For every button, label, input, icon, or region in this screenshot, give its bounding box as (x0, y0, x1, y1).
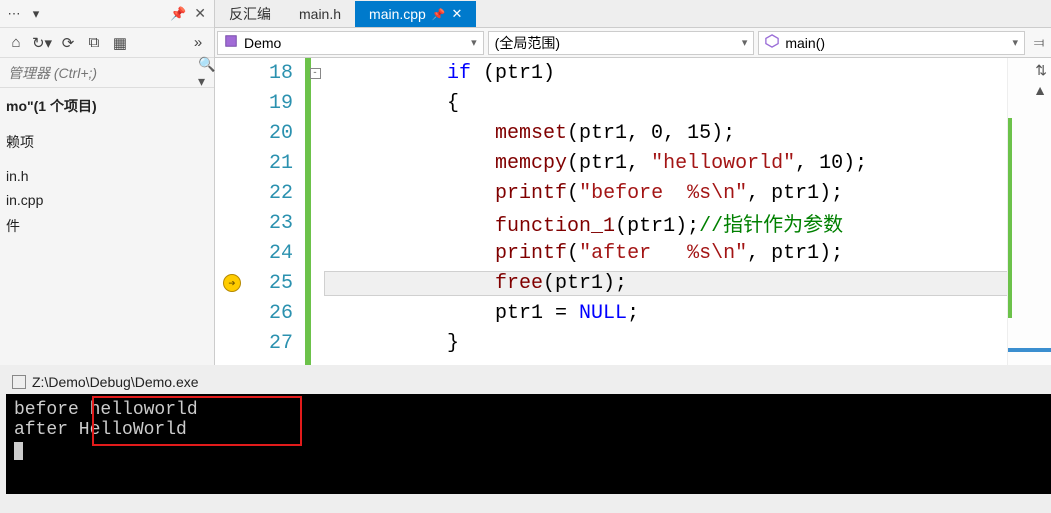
code-text[interactable]: { (325, 92, 1007, 115)
code-text[interactable]: memset(ptr1, 0, 15); (325, 122, 1007, 145)
breakpoint-margin[interactable]: ➔ (215, 274, 249, 292)
line-number: 22 (249, 182, 305, 205)
line-number: 26 (249, 302, 305, 325)
code-text[interactable]: } (325, 332, 1007, 355)
line-number: 25 (249, 272, 305, 295)
app-icon (12, 375, 26, 389)
editor-area: 反汇编 main.h main.cpp 📌 ✕ Demo ▾ (全局范围) ▾ (215, 0, 1051, 365)
scroll-minimap[interactable]: ⇅ ▲ (1007, 58, 1051, 365)
console-titlebar[interactable]: Z:\Demo\Debug\Demo.exe (6, 370, 1051, 394)
tree-item[interactable]: in.cpp (0, 188, 214, 212)
refresh-icon[interactable]: ⟳ (56, 32, 80, 54)
code-text[interactable]: ptr1 = NULL; (325, 302, 1007, 325)
tree-item[interactable] (0, 120, 214, 128)
code-line[interactable]: 22 printf("before %s\n", ptr1); (215, 178, 1007, 208)
console-window: Z:\Demo\Debug\Demo.exe before helloworld… (6, 370, 1051, 494)
chevron-down-icon: ▾ (1012, 36, 1018, 49)
code-line[interactable]: 19 { (215, 88, 1007, 118)
code-line[interactable]: ➔ 25 free(ptr1); (215, 268, 1007, 298)
nav-project-label: Demo (244, 35, 281, 51)
nav-scope-label: (全局范围) (495, 33, 560, 53)
tab-main-cpp[interactable]: main.cpp 📌 ✕ (355, 1, 476, 27)
search-input[interactable] (4, 63, 194, 83)
nav-function[interactable]: main() ▾ (758, 31, 1025, 55)
code-line[interactable]: 23 function_1(ptr1);//指针作为参数 (215, 208, 1007, 238)
copy-icon[interactable]: ⧉ (82, 32, 106, 54)
pin-icon[interactable]: 📌 (432, 8, 446, 21)
panel-titlebar: ⋯ ▾ 📌 ✕ (0, 0, 214, 28)
code-line[interactable]: 18- if (ptr1) (215, 58, 1007, 88)
tab-disassembly[interactable]: 反汇编 (215, 1, 285, 27)
properties-icon[interactable]: ▦ (108, 32, 132, 54)
navigation-bar: Demo ▾ (全局范围) ▾ main() ▾ ⫤ (215, 28, 1051, 58)
console-output[interactable]: before helloworld after HelloWorld (6, 394, 1051, 494)
execution-pointer-icon: ➔ (223, 274, 241, 292)
close-icon[interactable]: ✕ (452, 6, 463, 22)
line-number: 24 (249, 242, 305, 265)
code-line[interactable]: 26 ptr1 = NULL; (215, 298, 1007, 328)
tab-main-h[interactable]: main.h (285, 1, 355, 27)
console-title-text: Z:\Demo\Debug\Demo.exe (32, 374, 199, 390)
document-tabs: 反汇编 main.h main.cpp 📌 ✕ (215, 0, 1051, 28)
tab-label: main.cpp (369, 6, 426, 22)
split-editor-icon[interactable]: ⫤ (1027, 34, 1051, 51)
code-text[interactable]: function_1(ptr1);//指针作为参数 (325, 208, 1007, 238)
chevron-down-icon: ▾ (471, 36, 477, 49)
nav-project[interactable]: Demo ▾ (217, 31, 484, 55)
home-icon[interactable]: ⌂ (4, 32, 28, 54)
code-text[interactable]: free(ptr1); (325, 272, 1007, 295)
solution-node[interactable]: mo"(1 个项目) (0, 92, 214, 120)
code-line[interactable]: 21 memcpy(ptr1, "helloworld", 10); (215, 148, 1007, 178)
code-text[interactable]: if (ptr1) (325, 62, 1007, 85)
project-icon (224, 34, 238, 51)
explorer-toolbar: ⌂ ↻▾ ⟳ ⧉ ▦ » (0, 28, 214, 58)
close-icon[interactable]: ✕ (190, 5, 210, 22)
tab-label: 反汇编 (229, 4, 271, 24)
more-icon[interactable]: » (186, 32, 210, 54)
dropdown-icon[interactable]: ▾ (26, 4, 46, 24)
code-text[interactable]: printf("before %s\n", ptr1); (325, 182, 1007, 205)
tree-item[interactable]: in.h (0, 164, 214, 188)
search-row: 🔍▾ (0, 58, 214, 88)
collapse-up-icon[interactable]: ▲ (1033, 82, 1047, 98)
solution-tree[interactable]: mo"(1 个项目) 赖项 in.h in.cpp 件 (0, 88, 214, 365)
chevron-down-icon: ▾ (742, 36, 748, 49)
code-line[interactable]: 27 } (215, 328, 1007, 358)
solution-explorer-panel: ⋯ ▾ 📌 ✕ ⌂ ↻▾ ⟳ ⧉ ▦ » 🔍▾ mo"(1 个项目) 赖项 in… (0, 0, 215, 365)
line-number: 21 (249, 152, 305, 175)
code-editor[interactable]: 18- if (ptr1)19 {20 memset(ptr1, 0, 15);… (215, 58, 1051, 365)
line-number: 18 (249, 62, 305, 85)
nav-function-label: main() (785, 35, 825, 51)
cursor (14, 442, 23, 460)
code-text[interactable]: printf("after %s\n", ptr1); (325, 242, 1007, 265)
pin-icon[interactable]: 📌 (168, 4, 188, 24)
line-number: 20 (249, 122, 305, 145)
code-line[interactable]: 24 printf("after %s\n", ptr1); (215, 238, 1007, 268)
code-text[interactable]: memcpy(ptr1, "helloworld", 10); (325, 152, 1007, 175)
code-line[interactable]: 20 memset(ptr1, 0, 15); (215, 118, 1007, 148)
fold-toggle-icon[interactable]: - (310, 68, 321, 79)
tab-label: main.h (299, 6, 341, 22)
line-number: 27 (249, 332, 305, 355)
method-icon (765, 34, 779, 51)
highlight-annotation (92, 396, 302, 446)
history-icon[interactable]: ↻▾ (30, 32, 54, 54)
line-number: 23 (249, 212, 305, 235)
tree-item[interactable]: 赖项 (0, 128, 214, 156)
sync-icon[interactable]: ⇅ (1035, 62, 1047, 79)
tree-item[interactable] (0, 156, 214, 164)
panel-menu-icon[interactable]: ⋯ (4, 4, 24, 24)
tree-item[interactable]: 件 (0, 212, 214, 240)
nav-scope[interactable]: (全局范围) ▾ (488, 31, 755, 55)
line-number: 19 (249, 92, 305, 115)
